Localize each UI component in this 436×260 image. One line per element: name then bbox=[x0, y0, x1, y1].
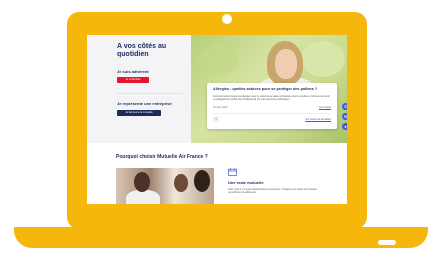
member-heading: Je suis adhérent bbox=[117, 69, 149, 74]
person-head bbox=[194, 170, 210, 192]
laptop-screen: A vos côtés au quotidien Je suis adhéren… bbox=[87, 35, 347, 204]
laptop-base bbox=[14, 227, 428, 248]
location-icon[interactable]: ● bbox=[342, 123, 347, 130]
foliage-blob bbox=[301, 41, 345, 77]
hero-section: A vos côtés au quotidien Je suis adhéren… bbox=[87, 35, 347, 143]
arrow-left-icon[interactable]: ‹ bbox=[213, 116, 219, 122]
feature-text: Chez nous il n'y a pas d'actionnaires à … bbox=[228, 188, 317, 194]
login-button-label: Je m'identifie bbox=[125, 78, 141, 81]
team-photo bbox=[116, 168, 214, 204]
feature-title: Une vraie mutuelle bbox=[228, 180, 264, 185]
company-heading: Je représente une entreprise bbox=[117, 101, 172, 106]
discover-button-label: Je découvre la mutuelle bbox=[125, 111, 153, 114]
hero-divider bbox=[117, 93, 183, 94]
discover-button[interactable]: Je découvre la mutuelle bbox=[117, 110, 161, 116]
mail-icon[interactable]: ✉ bbox=[342, 113, 347, 120]
laptop-base-notch bbox=[378, 240, 396, 245]
person-face bbox=[275, 49, 297, 79]
card-divider bbox=[213, 113, 331, 114]
why-title: Pourquoi choisir Mutuelle Air France ? bbox=[116, 154, 208, 160]
person-shirt bbox=[126, 190, 160, 204]
article-excerpt: Comment éviter toutes les allergies, ave… bbox=[213, 95, 330, 101]
article-title: Allergies : quelles astuces pour se prot… bbox=[213, 87, 318, 91]
read-article-link[interactable]: Lire l'article bbox=[319, 106, 331, 109]
person-head bbox=[134, 172, 150, 192]
all-news-link[interactable]: Voir toutes les actualités bbox=[305, 118, 331, 121]
phone-icon[interactable]: ✆ bbox=[342, 103, 347, 110]
hero-title: A vos côtés au quotidien bbox=[117, 43, 167, 58]
article-card[interactable]: Allergies : quelles astuces pour se prot… bbox=[207, 83, 337, 129]
calendar-icon bbox=[228, 168, 237, 176]
login-button[interactable]: Je m'identifie bbox=[117, 77, 149, 83]
person-head bbox=[174, 174, 188, 192]
article-date: 05 mars 2021 bbox=[213, 106, 228, 109]
foliage-blob bbox=[199, 45, 239, 75]
camera-dot bbox=[222, 14, 232, 24]
